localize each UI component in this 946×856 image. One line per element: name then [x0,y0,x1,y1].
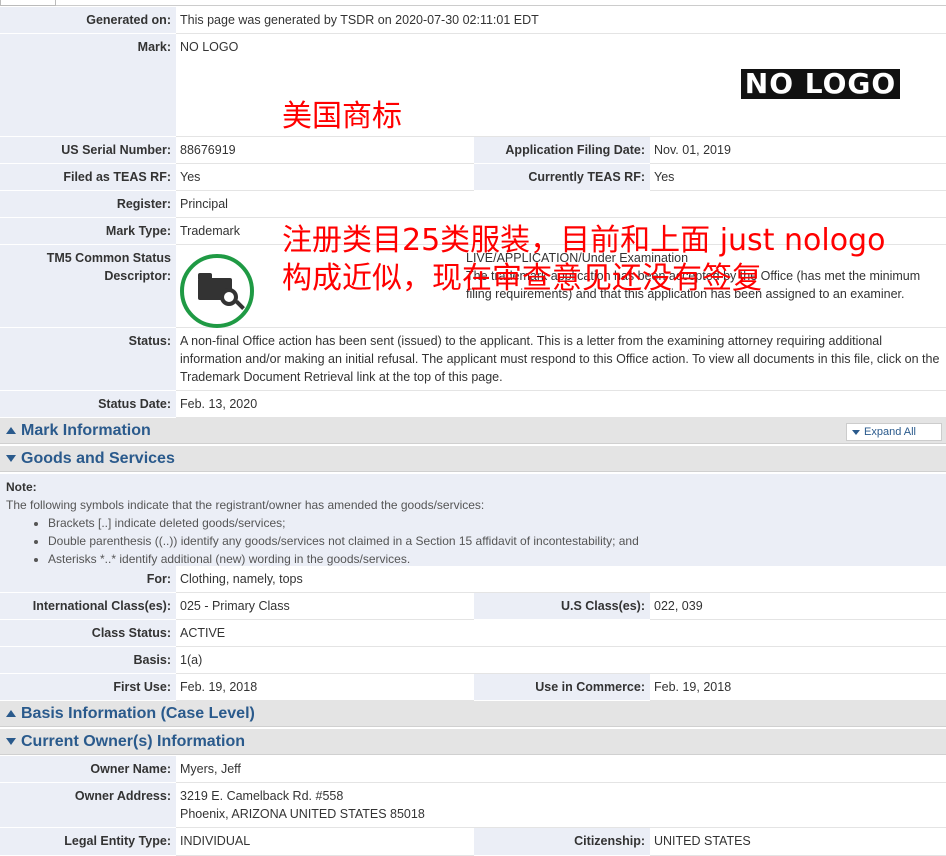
collapse-arrow-icon[interactable] [6,710,16,717]
generated-value: This page was generated by TSDR on 2020-… [176,7,946,34]
mark-type-label: Mark Type: [0,218,176,245]
top-divider [56,5,946,6]
intl-class-value: 025 - Primary Class [176,593,474,620]
note-intro: The following symbols indicate that the … [6,498,485,512]
basis-label: Basis: [0,647,176,674]
note-list: Brackets [..] indicate deleted goods/ser… [6,514,940,568]
for-value: Clothing, namely, tops [176,566,946,593]
annotation-class-note-line1: 注册类目25类服装，目前和上面 just nologo [282,223,886,258]
section-basis-information[interactable]: Basis Information (Case Level) [0,701,946,727]
teas-row: Filed as TEAS RF: Yes Currently TEAS RF:… [0,164,946,191]
top-strip [0,0,946,7]
filing-date-value: Nov. 01, 2019 [650,137,946,164]
citizenship-value: UNITED STATES [650,828,946,856]
first-use-label: First Use: [0,674,176,701]
for-label: For: [0,566,176,593]
section-title[interactable]: Basis Information (Case Level) [21,705,255,723]
teas-rf-label: Filed as TEAS RF: [0,164,176,191]
serial-value: 88676919 [176,137,474,164]
serial-row: US Serial Number: 88676919 Application F… [0,137,946,164]
generated-label: Generated on: [0,7,176,34]
intl-class-label: International Class(es): [0,593,176,620]
register-value: Principal [176,191,946,218]
owner-name-value: Myers, Jeff [176,756,946,783]
basis-value: 1(a) [176,647,946,674]
tm5-label: TM5 Common Status Descriptor: [0,245,176,328]
register-label: Register: [0,191,176,218]
current-teas-rf-value: Yes [650,164,946,191]
legal-entity-row: Legal Entity Type: INDIVIDUAL Citizenshi… [0,828,946,856]
legal-entity-label: Legal Entity Type: [0,828,176,856]
status-date-row: Status Date: Feb. 13, 2020 [0,391,946,418]
mark-logo-image: NO LOGO [741,69,900,99]
owner-address-line2: Phoenix, ARIZONA UNITED STATES 85018 [180,807,425,821]
top-tab[interactable] [0,0,56,6]
status-label: Status: [0,328,176,391]
teas-rf-value: Yes [176,164,474,191]
list-item: Double parenthesis ((..)) identify any g… [48,532,940,550]
status-row: Status: A non-final Office action has be… [0,328,946,391]
register-row: Register: Principal [0,191,946,218]
legal-entity-value: INDIVIDUAL [176,828,474,856]
use-commerce-value: Feb. 19, 2018 [650,674,946,701]
expand-arrow-icon[interactable] [6,455,16,462]
us-class-value: 022, 039 [650,593,946,620]
owner-address-value: 3219 E. Camelback Rd. #558 Phoenix, ARIZ… [176,783,946,828]
note-title: Note: [6,480,37,494]
expand-all-button[interactable]: Expand All [846,423,942,441]
expand-arrow-icon[interactable] [6,738,16,745]
class-row: International Class(es): 025 - Primary C… [0,593,946,620]
status-date-value: Feb. 13, 2020 [176,391,946,418]
folder-search-icon [180,254,254,328]
section-owner-information[interactable]: Current Owner(s) Information [0,729,946,755]
expand-all-label[interactable]: Expand All [864,426,916,438]
mark-label: Mark: [0,34,176,137]
section-title[interactable]: Mark Information [21,422,151,440]
expand-triangle-icon [852,430,860,435]
citizenship-label: Citizenship: [474,828,650,856]
for-row: For: Clothing, namely, tops [0,566,946,593]
first-use-row: First Use: Feb. 19, 2018 Use in Commerce… [0,674,946,701]
goods-note: Note: The following symbols indicate tha… [0,474,946,566]
section-mark-information[interactable]: Mark Information Expand All [0,418,946,444]
generated-row: Generated on: This page was generated by… [0,7,946,34]
class-status-label: Class Status: [0,620,176,647]
owner-address-line1: 3219 E. Camelback Rd. #558 [180,789,344,803]
status-date-label: Status Date: [0,391,176,418]
section-goods-services[interactable]: Goods and Services [0,446,946,472]
annotation-class-note-line2: 构成近似，现在审查意见还没有签复 [282,261,762,296]
owner-name-label: Owner Name: [0,756,176,783]
owner-name-row: Owner Name: Myers, Jeff [0,756,946,783]
owner-address-row: Owner Address: 3219 E. Camelback Rd. #55… [0,783,946,828]
us-class-label: U.S Class(es): [474,593,650,620]
status-value: A non-final Office action has been sent … [176,328,946,391]
section-title[interactable]: Goods and Services [21,450,175,468]
section-title[interactable]: Current Owner(s) Information [21,733,245,751]
list-item: Brackets [..] indicate deleted goods/ser… [48,514,940,532]
owner-address-label: Owner Address: [0,783,176,828]
basis-row: Basis: 1(a) [0,647,946,674]
filing-date-label: Application Filing Date: [474,137,650,164]
class-status-row: Class Status: ACTIVE [0,620,946,647]
collapse-arrow-icon[interactable] [6,427,16,434]
first-use-value: Feb. 19, 2018 [176,674,474,701]
annotation-us-trademark: 美国商标 [282,99,402,134]
current-teas-rf-label: Currently TEAS RF: [474,164,650,191]
class-status-value: ACTIVE [176,620,946,647]
serial-label: US Serial Number: [0,137,176,164]
use-commerce-label: Use in Commerce: [474,674,650,701]
